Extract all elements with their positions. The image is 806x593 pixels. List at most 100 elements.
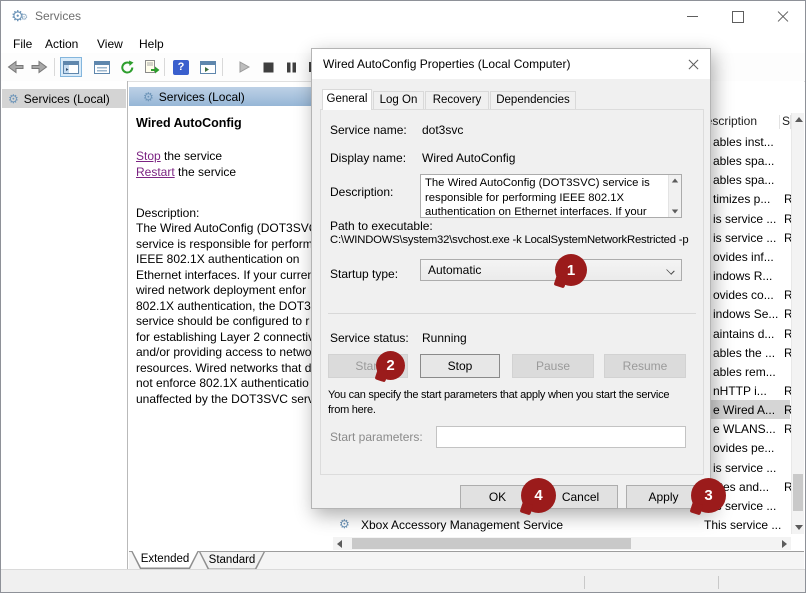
sidebar-item-label: Services (Local) [24, 92, 110, 106]
service-description: ovides pe... [713, 441, 774, 455]
menu-help[interactable]: Help [135, 35, 168, 53]
separator [328, 313, 696, 314]
service-description: is service ... [713, 461, 776, 475]
callout-badge-3: 3 [691, 478, 726, 513]
dialog-title: Wired AutoConfig Properties (Local Compu… [323, 57, 570, 71]
service-description: ables inst... [713, 135, 774, 149]
maximize-icon [732, 11, 744, 23]
properties-icon[interactable] [91, 57, 113, 77]
service-description: e Wired A... [713, 403, 775, 417]
tab-dependencies[interactable]: Dependencies [490, 91, 576, 109]
toolbar-separator [54, 58, 55, 76]
export-list-icon[interactable] [141, 57, 163, 77]
gear-icon: ⚙ [8, 92, 19, 106]
services-window: ⚙⚙ Services File Action View Help [0, 0, 806, 593]
callout-badge-2: 2 [376, 351, 405, 380]
apply-button[interactable]: Apply [626, 485, 701, 509]
service-description-text: The Wired AutoConfig (DOT3SVC service is… [136, 221, 332, 407]
toolbar-separator [222, 58, 223, 76]
path-value: C:\WINDOWS\system32\svchost.exe -k Local… [330, 234, 688, 246]
display-name-value: Wired AutoConfig [422, 151, 515, 165]
scroll-up-icon[interactable] [792, 113, 805, 126]
gear-icon: ⚙ [143, 90, 154, 104]
vertical-scrollbar-thumb[interactable] [793, 474, 803, 511]
view-tabs: Extended Standard [129, 551, 804, 569]
service-description: ovides co... [713, 288, 774, 302]
startup-type-value: Automatic [428, 263, 481, 277]
textarea-scrollbar[interactable] [668, 175, 681, 217]
restart-service-link-row: Restart the service [136, 165, 236, 179]
close-icon [777, 11, 789, 23]
forward-icon[interactable] [28, 57, 50, 77]
close-button[interactable] [760, 1, 805, 32]
service-description: is service ... [713, 212, 776, 226]
scroll-left-icon[interactable] [333, 537, 346, 550]
show-console-tree-icon[interactable] [60, 57, 82, 77]
service-description: ables spa... [713, 173, 774, 187]
service-status-label: Service status: [330, 331, 409, 345]
startup-type-label: Startup type: [330, 267, 398, 281]
pane-header-title: Services (Local) [159, 90, 245, 104]
service-name: Xbox Accessory Management Service [361, 518, 563, 532]
service-status-value: Running [422, 331, 467, 345]
start-parameters-input[interactable] [436, 426, 686, 448]
sidebar-item-services-local[interactable]: ⚙ Services (Local) [2, 89, 126, 108]
description-textbox[interactable]: The Wired AutoConfig (DOT3SVC) service i… [420, 174, 682, 218]
vertical-scrollbar[interactable] [791, 113, 804, 534]
console-tree-panel: ⚙ Services (Local) [1, 81, 128, 569]
restart-link[interactable]: Restart [136, 165, 175, 179]
service-description: timizes p... [713, 192, 770, 206]
service-row-xbox-accessory-management[interactable]: ⚙ Xbox Accessory Management Service This… [332, 515, 790, 534]
start-parameters-note-line1: You can specify the start parameters tha… [328, 389, 669, 401]
start-parameters-label: Start parameters: [330, 430, 423, 444]
stop-button[interactable]: Stop [420, 354, 500, 378]
pause-button[interactable]: Pause [512, 354, 594, 378]
title-bar: ⚙⚙ Services [1, 1, 805, 32]
start-service-icon[interactable] [233, 57, 255, 77]
startup-type-dropdown[interactable]: Automatic [420, 259, 682, 281]
tab-extended[interactable]: Extended [131, 551, 199, 569]
scroll-down-icon[interactable] [668, 205, 681, 218]
tab-general[interactable]: General [322, 89, 372, 110]
refresh-icon[interactable] [116, 57, 138, 77]
service-description: e WLANS... [713, 422, 776, 436]
menu-view[interactable]: View [93, 35, 127, 53]
column-header-status[interactable]: Status [782, 114, 790, 128]
menu-file[interactable]: File [9, 35, 36, 53]
tab-log-on[interactable]: Log On [373, 91, 424, 109]
scroll-down-icon[interactable] [792, 521, 805, 534]
dialog-title-bar: Wired AutoConfig Properties (Local Compu… [312, 49, 710, 79]
service-description: This service ... [704, 518, 781, 532]
horizontal-scrollbar-thumb[interactable] [352, 538, 631, 549]
tab-extended-label: Extended [131, 553, 199, 565]
stop-link[interactable]: Stop [136, 149, 161, 163]
back-icon[interactable] [4, 57, 26, 77]
tab-recovery[interactable]: Recovery [425, 91, 489, 109]
help-icon[interactable]: ? [170, 57, 192, 77]
tab-standard-label: Standard [199, 554, 265, 566]
scroll-up-icon[interactable] [668, 174, 681, 187]
stop-service-icon[interactable] [257, 57, 279, 77]
minimize-button[interactable] [670, 1, 715, 32]
menu-action[interactable]: Action [41, 35, 82, 53]
start-parameters-note-line2: from here. [328, 404, 376, 416]
pause-service-icon[interactable] [280, 57, 302, 77]
stop-service-link-row: Stop the service [136, 149, 222, 163]
dialog-close-icon[interactable] [686, 57, 702, 72]
gear-icon: ⚙ [339, 517, 350, 531]
horizontal-scrollbar[interactable] [333, 537, 791, 550]
scroll-right-icon[interactable] [778, 537, 791, 550]
restart-link-suffix: the service [175, 165, 236, 179]
resume-button[interactable]: Resume [604, 354, 686, 378]
extended-info-pane: Wired AutoConfig Stop the service Restar… [129, 106, 332, 551]
description-text: The Wired AutoConfig (DOT3SVC) service i… [425, 176, 665, 218]
column-divider [779, 115, 780, 129]
maximize-button[interactable] [715, 1, 760, 32]
service-description: indows Se... [713, 307, 778, 321]
show-description-pane-icon[interactable] [197, 57, 219, 77]
service-description: aintains d... [713, 327, 774, 341]
callout-badge-4: 4 [521, 478, 556, 513]
path-label: Path to executable: [330, 219, 433, 233]
callout-badge-1: 1 [555, 254, 587, 286]
tab-standard[interactable]: Standard [199, 552, 265, 570]
